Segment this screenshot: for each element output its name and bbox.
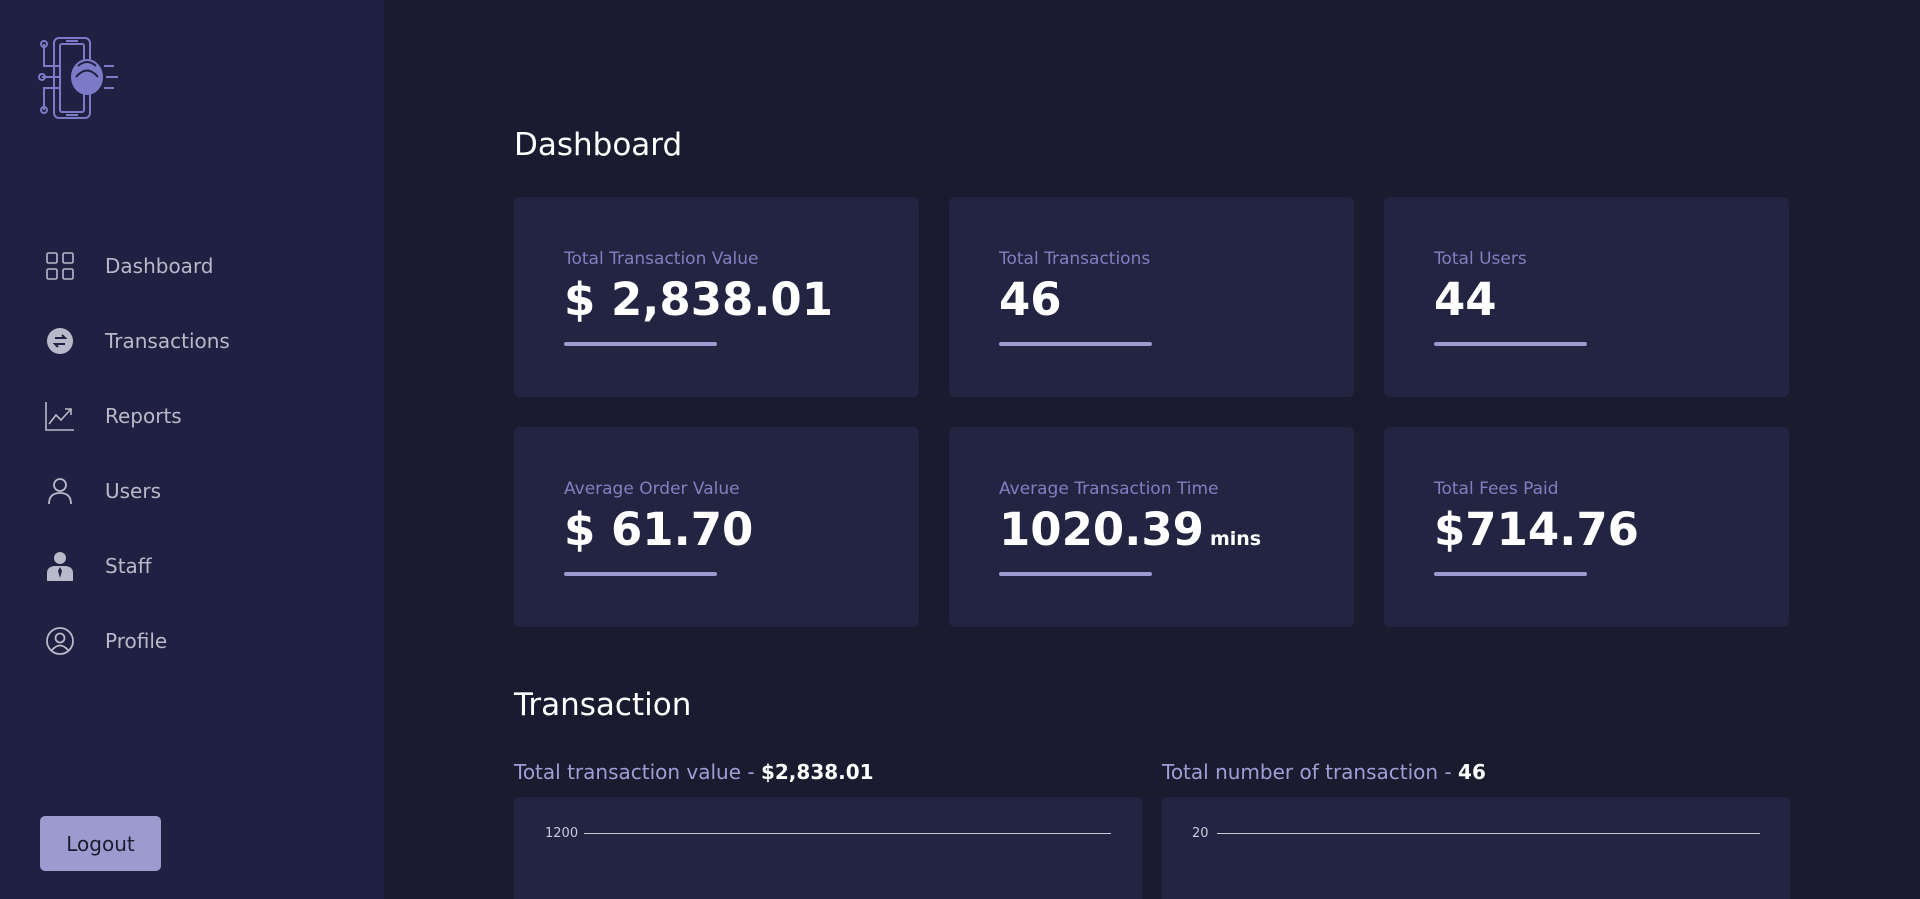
sidebar-item-users[interactable]: Users xyxy=(0,453,384,528)
sidebar-nav: Dashboard Transactions Reports Users Sta… xyxy=(0,228,384,678)
stats-cards: Total Transaction Value $ 2,838.01 Total… xyxy=(514,197,1790,627)
sidebar-item-label: Reports xyxy=(105,403,182,428)
stat-card-label: Average Order Value xyxy=(564,479,740,499)
stat-card-label: Total Transaction Value xyxy=(564,249,759,269)
fingerprint-phone-logo-icon[interactable] xyxy=(38,36,122,120)
stat-card-average-order-value: Average Order Value $ 61.70 xyxy=(514,427,919,627)
stat-card-total-transactions: Total Transactions 46 xyxy=(949,197,1354,397)
sidebar-item-label: Users xyxy=(105,478,162,503)
user-icon xyxy=(43,474,77,508)
stat-card-total-transaction-value: Total Transaction Value $ 2,838.01 xyxy=(514,197,919,397)
sidebar-item-label: Dashboard xyxy=(105,253,214,278)
page-title: Dashboard xyxy=(514,127,683,163)
stat-card-unit: mins xyxy=(1209,528,1262,550)
stat-card-bar xyxy=(1434,342,1587,346)
trend-chart-icon xyxy=(43,399,77,433)
stat-card-value: $714.76 xyxy=(1434,503,1639,556)
chart-caption-transaction-count: Total number of transaction - 46 xyxy=(1162,760,1486,784)
profile-circle-icon xyxy=(43,624,77,658)
stat-card-value: 44 xyxy=(1434,273,1497,326)
stat-card-value: $ 61.70 xyxy=(564,503,754,556)
sidebar-item-staff[interactable]: Staff xyxy=(0,528,384,603)
stat-card-value: 46 xyxy=(999,273,1062,326)
stat-card-bar xyxy=(999,342,1152,346)
sidebar-item-label: Profile xyxy=(105,628,168,653)
sidebar: Dashboard Transactions Reports Users Sta… xyxy=(0,0,384,899)
chart-grid-line xyxy=(584,833,1111,834)
stat-card-value: 1020.39 mins xyxy=(999,503,1262,556)
stat-card-value: $ 2,838.01 xyxy=(564,273,834,326)
sidebar-item-dashboard[interactable]: Dashboard xyxy=(0,228,384,303)
chart-tick-label: 1200 xyxy=(545,826,579,841)
chart-transaction-value: 1200 xyxy=(514,797,1142,899)
stat-card-bar xyxy=(564,572,717,576)
sidebar-item-reports[interactable]: Reports xyxy=(0,378,384,453)
stat-card-bar xyxy=(999,572,1152,576)
stat-card-bar xyxy=(1434,572,1587,576)
sidebar-item-transactions[interactable]: Transactions xyxy=(0,303,384,378)
stat-card-total-users: Total Users 44 xyxy=(1384,197,1789,397)
stat-card-label: Total Users xyxy=(1434,249,1527,269)
section-title-transaction: Transaction xyxy=(514,687,692,723)
chart-tick-label: 20 xyxy=(1192,826,1209,841)
stat-card-label: Total Fees Paid xyxy=(1434,479,1559,499)
stat-card-average-transaction-time: Average Transaction Time 1020.39 mins xyxy=(949,427,1354,627)
grid-icon xyxy=(43,249,77,283)
staff-icon xyxy=(43,549,77,583)
chart-transaction-count: 20 xyxy=(1162,797,1790,899)
exchange-icon xyxy=(43,324,77,358)
chart-caption-transaction-value: Total transaction value - $2,838.01 xyxy=(514,760,874,784)
stat-card-total-fees-paid: Total Fees Paid $714.76 xyxy=(1384,427,1789,627)
stat-card-label: Total Transactions xyxy=(999,249,1151,269)
sidebar-item-label: Staff xyxy=(105,553,152,578)
stat-card-label: Average Transaction Time xyxy=(999,479,1219,499)
stat-card-bar xyxy=(564,342,717,346)
chart-grid-line xyxy=(1217,833,1760,834)
sidebar-item-label: Transactions xyxy=(105,328,230,353)
sidebar-item-profile[interactable]: Profile xyxy=(0,603,384,678)
logout-button[interactable]: Logout xyxy=(40,816,161,871)
